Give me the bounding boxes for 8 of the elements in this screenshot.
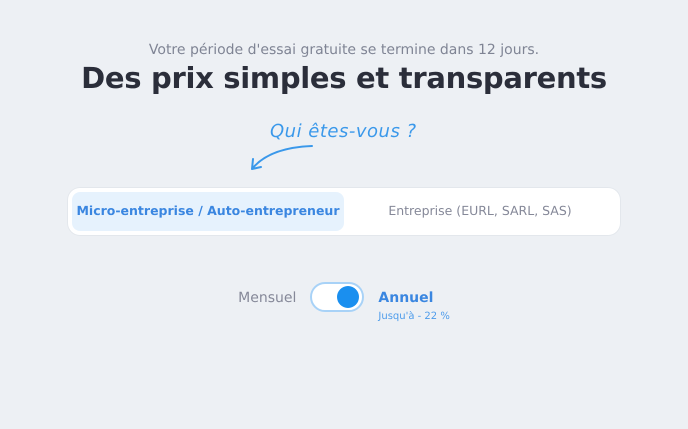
trial-notice: Votre période d'essai gratuite se termine dans 12 jours. [148, 41, 540, 60]
discount-note: Jusqu'à - 22 % [378, 310, 450, 324]
billing-label[interactable]: Mensuel [238, 282, 296, 309]
page-title: Des prix simples et transparents [81, 61, 607, 96]
handwritten-hint: Qui êtes-vous ? [270, 120, 417, 144]
billing-label[interactable]: Annuel [378, 282, 450, 309]
segment-tab[interactable]: Micro-entreprise / Auto-entrepreneur [72, 192, 344, 231]
segment-tab[interactable]: Entreprise (EURL, SARL, SAS) [344, 192, 616, 231]
